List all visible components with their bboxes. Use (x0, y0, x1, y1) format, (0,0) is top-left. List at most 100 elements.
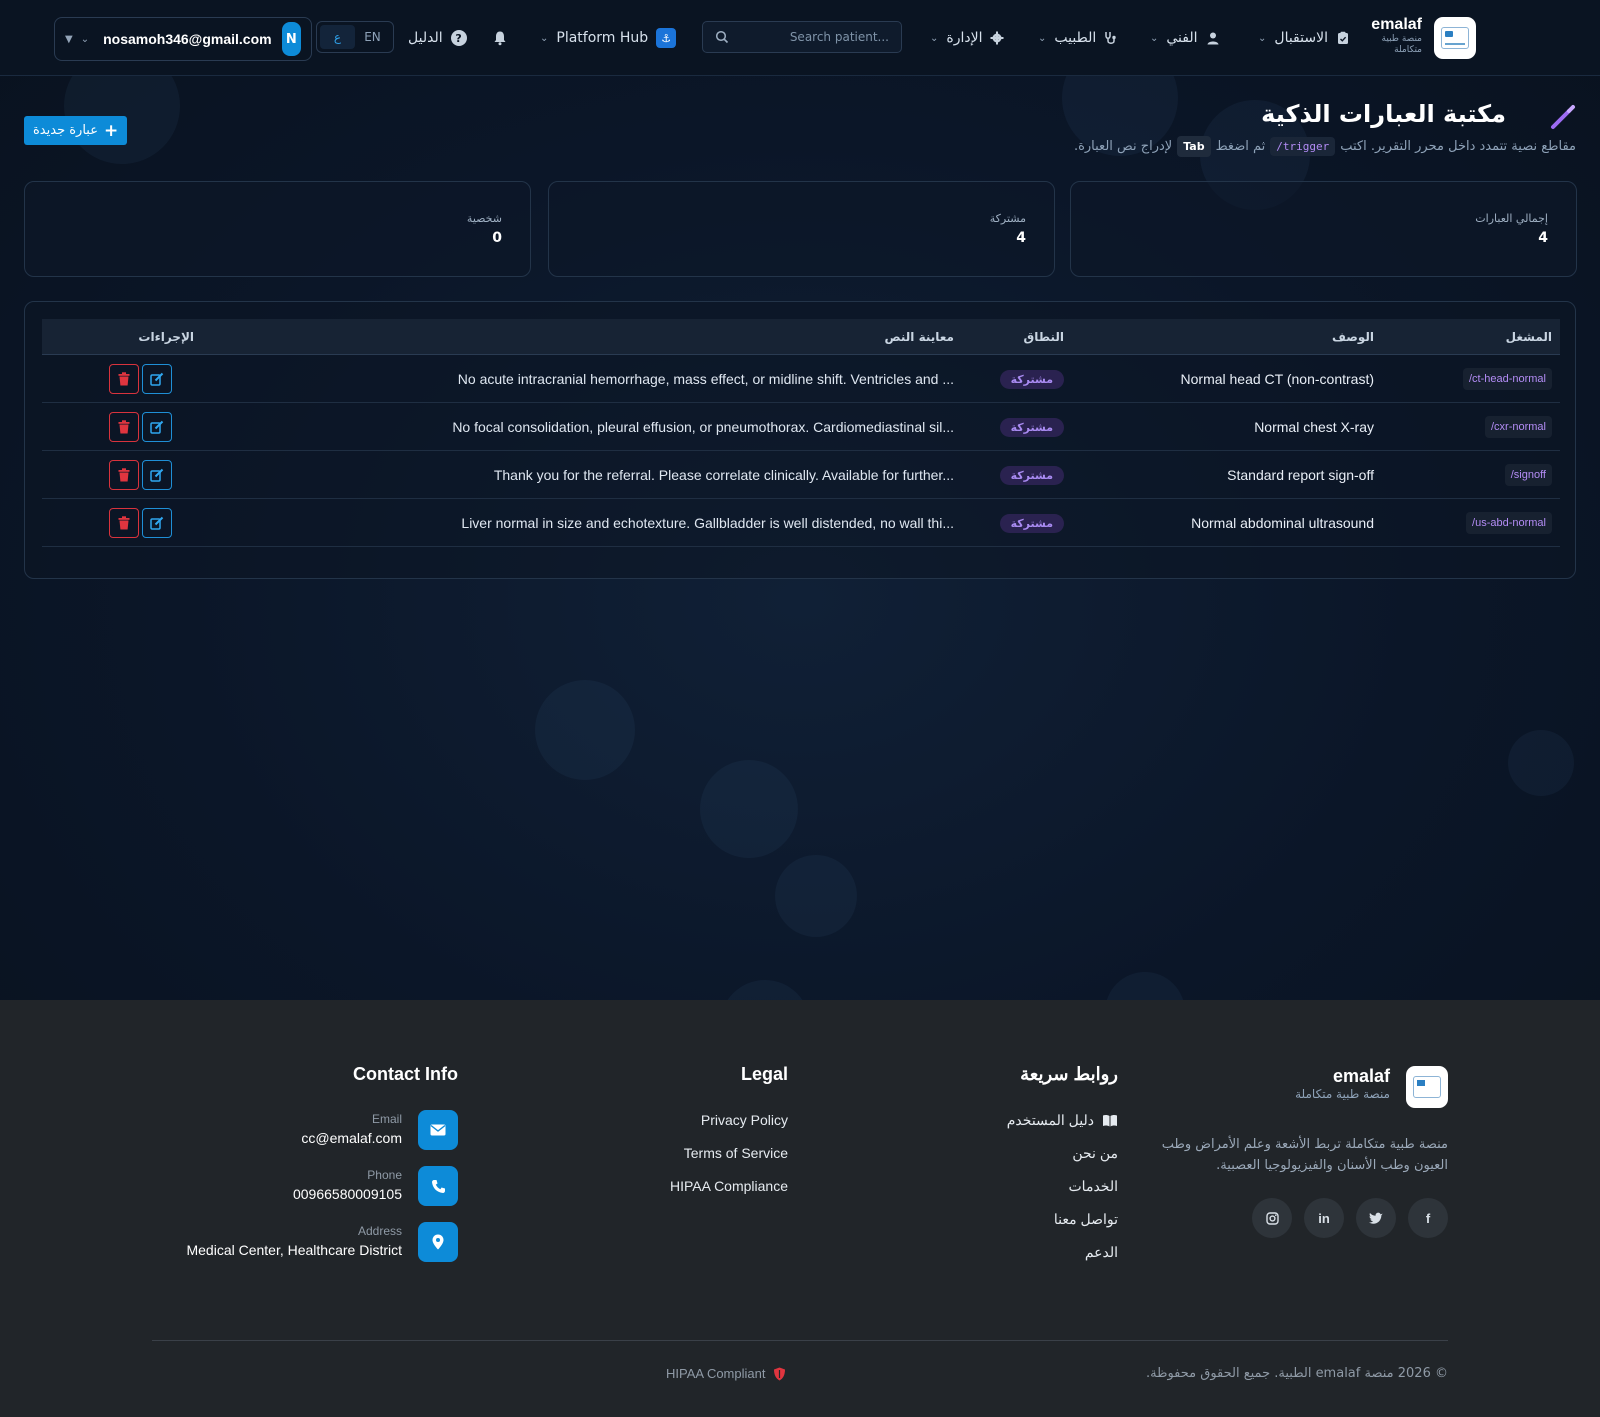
contact-address-label: Address (357, 1224, 402, 1238)
twitter-bird-icon (1369, 1212, 1383, 1224)
column-preview: معاينة النص (884, 330, 954, 344)
nav-reception[interactable]: ⌄ الاستقبال (1258, 0, 1350, 76)
linkedin-icon[interactable]: in (1304, 1198, 1344, 1238)
mail-glyph (430, 1124, 446, 1136)
delete-button[interactable] (109, 460, 139, 490)
magic-wand-icon (1551, 105, 1575, 129)
quick-link-support[interactable]: الدعم (1085, 1244, 1118, 1261)
row-preview: No acute intracranial hemorrhage, mass e… (457, 371, 954, 387)
chevron-down-icon: ⌄ (80, 33, 90, 45)
subtitle-text-2: ثم اضغط (1215, 139, 1266, 154)
table-row: /signoff Standard report sign-off مشتركة… (42, 451, 1560, 499)
footer-brand-name: emalaf (1332, 1066, 1390, 1086)
page-title: مكتبة العبارات الذكية (1261, 100, 1506, 128)
delete-button[interactable] (109, 508, 139, 538)
instagram-camera-icon (1265, 1211, 1279, 1225)
quick-link-user-guide[interactable]: دليل المستخدم (1007, 1112, 1118, 1129)
lang-en-option[interactable]: EN (355, 25, 390, 49)
contact-phone[interactable]: 00966580009105 (293, 1186, 402, 1202)
trash-icon (118, 516, 130, 530)
row-preview: Thank you for the referral. Please corre… (493, 467, 954, 483)
edit-button[interactable] (142, 364, 172, 394)
contact-title: Contact Info (353, 1064, 458, 1084)
trash-icon (118, 468, 130, 482)
hipaa-label: HIPAA Compliant (666, 1366, 766, 1381)
hipaa-compliance-link[interactable]: HIPAA Compliance (670, 1178, 788, 1194)
lang-ar-option[interactable]: ع (320, 25, 355, 49)
facebook-icon[interactable]: f (1408, 1198, 1448, 1238)
stat-label: شخصية (466, 212, 502, 225)
privacy-policy-link[interactable]: Privacy Policy (701, 1112, 788, 1128)
user-menu[interactable]: ▼ ⌄ nosamoh346@gmail.com N (54, 17, 312, 61)
platform-hub-menu[interactable]: ⌄ Platform Hub ⚓ (540, 0, 677, 76)
contact-email-label: Email (371, 1112, 402, 1126)
nav-admin-label: الإدارة (946, 30, 983, 46)
new-phrase-button[interactable]: عبارة جديدة + (24, 116, 128, 145)
quick-links-title: روابط سريعة (1020, 1064, 1118, 1084)
table-row: /cxr-normal Normal chest X-ray مشتركة No… (42, 403, 1560, 451)
guide-link[interactable]: الدليل ? (408, 0, 467, 76)
row-description: Standard report sign-off (1227, 467, 1374, 483)
nav-reception-label: الاستقبال (1274, 30, 1328, 46)
table-row: /ct-head-normal Normal head CT (non-cont… (42, 355, 1560, 403)
nav-technician[interactable]: ⌄ الفني (1150, 0, 1220, 76)
footer-about: منصة طبية متكاملة تربط الأشعة وعلم الأمر… (1161, 1137, 1448, 1173)
subtitle-text-3: لإدراج نص العبارة. (1073, 139, 1173, 154)
contact-email[interactable]: cc@emalaf.com (301, 1130, 402, 1146)
hipaa-badge: HIPAA Compliant (666, 1366, 786, 1381)
pin-glyph (432, 1234, 444, 1250)
instagram-icon[interactable] (1252, 1198, 1292, 1238)
row-preview: Liver normal in size and echotexture. Ga… (461, 515, 954, 531)
edit-icon (150, 372, 164, 386)
plus-icon: + (103, 120, 119, 141)
edit-icon (150, 516, 164, 530)
new-phrase-label: عبارة جديدة (33, 123, 98, 138)
envelope-icon (418, 1110, 458, 1150)
stat-value: 4 (1538, 230, 1548, 246)
edit-button[interactable] (142, 460, 172, 490)
legal-title: Legal (740, 1064, 788, 1084)
twitter-icon[interactable] (1356, 1198, 1396, 1238)
scope-badge: مشتركة (999, 465, 1064, 485)
edit-icon (150, 468, 164, 482)
quick-link-contact[interactable]: تواصل معنا (1054, 1211, 1118, 1228)
subtitle-trigger-code: /trigger (1270, 137, 1336, 156)
shield-icon (774, 1367, 786, 1380)
chevron-down-icon: ⌄ (1038, 32, 1047, 44)
notifications-button[interactable] (492, 0, 508, 76)
delete-button[interactable] (109, 364, 139, 394)
help-icon: ? (450, 30, 467, 46)
footer-brand-subtitle: منصة طبية متكاملة (1295, 1087, 1390, 1101)
trigger-chip: /us-abd-normal (1466, 512, 1552, 534)
chevron-down-icon: ⌄ (1150, 32, 1159, 44)
quick-link-services[interactable]: الخدمات (1069, 1178, 1119, 1195)
search-placeholder: Search patient... (789, 30, 889, 44)
stat-card-personal: شخصية 0 (24, 181, 531, 277)
scope-badge: مشتركة (999, 417, 1064, 437)
stat-label: إجمالي العبارات (1475, 212, 1548, 225)
chevron-down-icon: ⌄ (930, 32, 939, 44)
edit-button[interactable] (142, 412, 172, 442)
stat-value: 4 (1016, 230, 1026, 246)
search-input[interactable]: Search patient... (702, 21, 902, 53)
nav-doctor[interactable]: ⌄ الطبيب (1038, 0, 1118, 76)
phone-glyph (431, 1179, 445, 1193)
brand-logo[interactable] (1434, 17, 1476, 59)
copyright: © 2026 منصة emalaf الطبية. جميع الحقوق م… (1146, 1366, 1448, 1381)
chevron-down-icon: ⌄ (540, 32, 549, 44)
footer-divider (152, 1340, 1448, 1341)
quick-link-about[interactable]: من نحن (1072, 1145, 1118, 1162)
quick-link-label: دليل المستخدم (1006, 1112, 1094, 1128)
phone-icon (418, 1166, 458, 1206)
footer-logo[interactable] (1406, 1066, 1448, 1108)
language-switcher[interactable]: ع EN (316, 21, 394, 53)
gear-icon (990, 31, 1004, 45)
trash-icon (118, 372, 130, 386)
edit-button[interactable] (142, 508, 172, 538)
avatar: N (281, 22, 301, 56)
terms-link[interactable]: Terms of Service (684, 1145, 788, 1161)
brand[interactable]: emalaf منصة طبية متكاملة (1370, 16, 1422, 56)
trigger-chip: /ct-head-normal (1462, 368, 1552, 390)
nav-admin[interactable]: ⌄ الإدارة (930, 0, 1004, 76)
delete-button[interactable] (109, 412, 139, 442)
